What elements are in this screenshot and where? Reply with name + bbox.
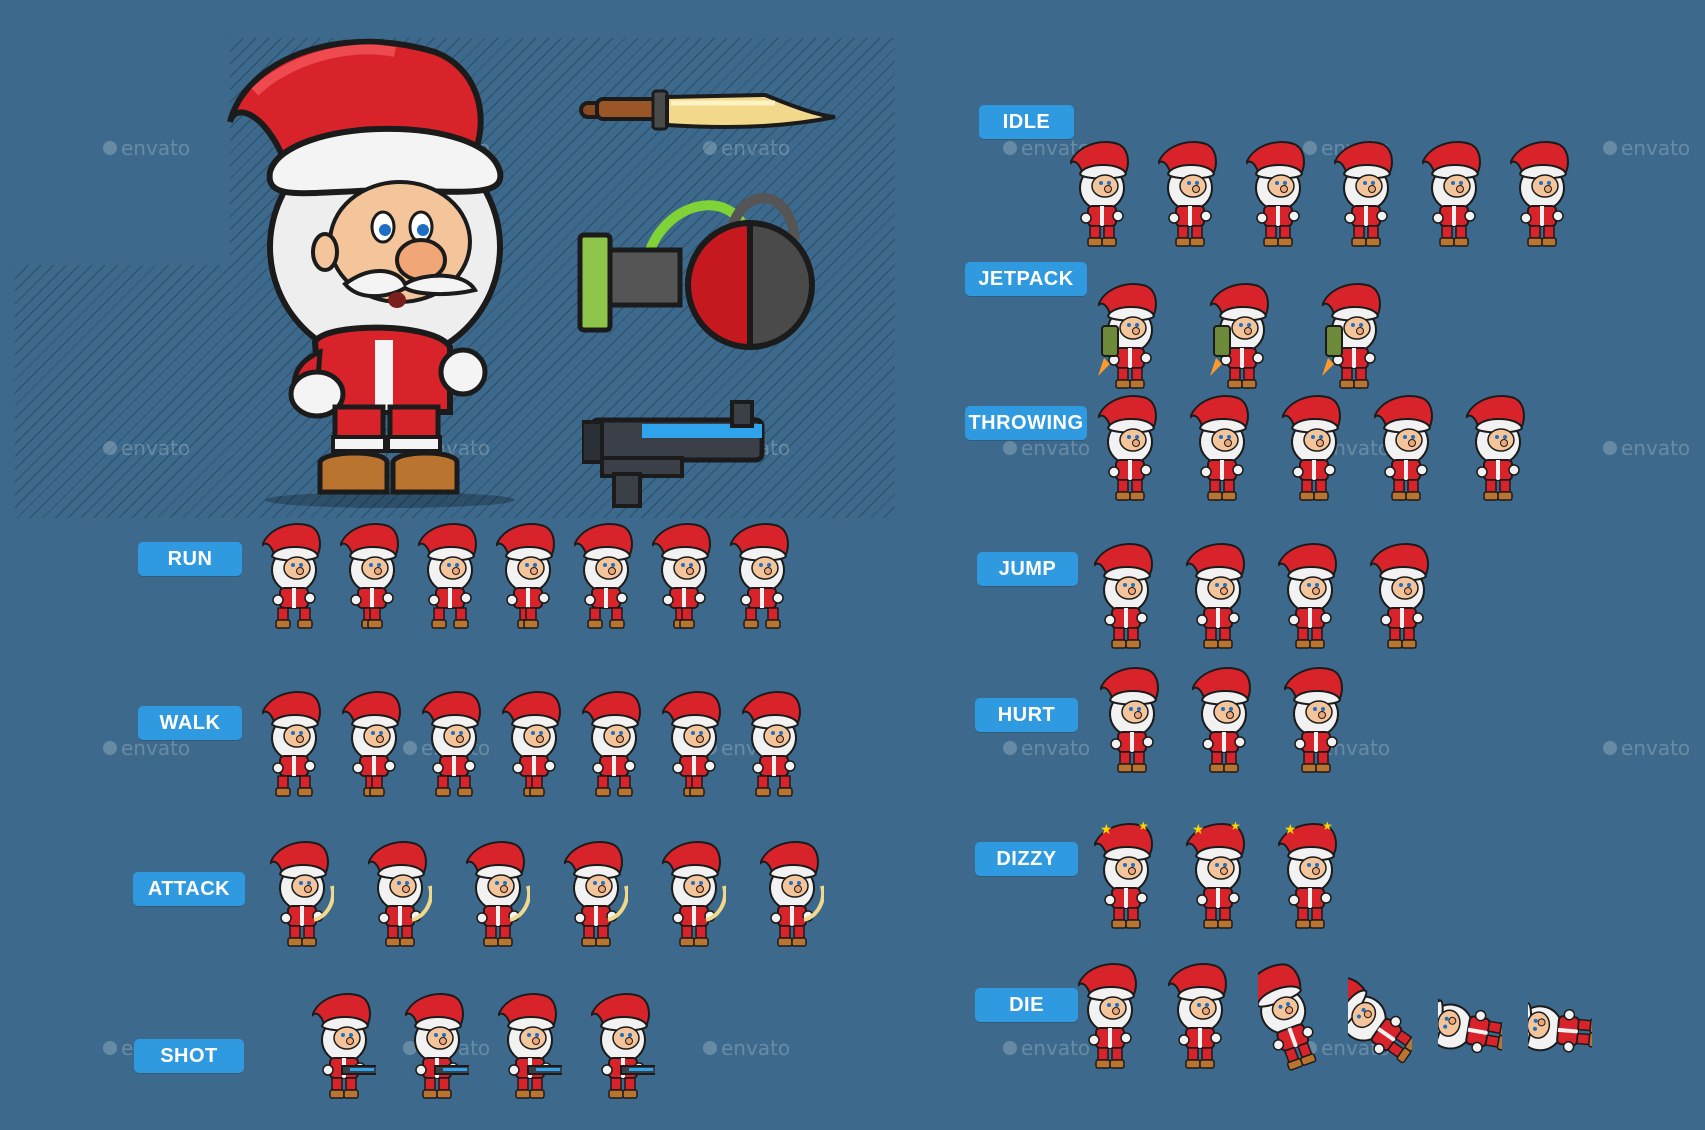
label-shot: SHOT [134, 1039, 244, 1073]
attack-frame [759, 838, 825, 950]
label-dizzy: DIZZY [975, 842, 1078, 876]
throwing-frame [1465, 392, 1530, 504]
walk-frame [661, 688, 726, 800]
blaster-gun-item [582, 400, 765, 508]
walk-frame [341, 688, 406, 800]
jump-frame [1277, 540, 1342, 652]
label-jetpack: JETPACK [965, 262, 1087, 296]
jump-frame [1369, 540, 1434, 652]
attack-frame [269, 838, 335, 950]
dizzy-frame: ★ ★ [1277, 819, 1342, 932]
run-frame [651, 520, 716, 632]
hurt-frame [1283, 664, 1348, 776]
watermark: envato [103, 436, 190, 460]
walk-frame [501, 688, 566, 800]
svg-text:★: ★ [1230, 820, 1241, 833]
throwing-frame [1097, 392, 1162, 504]
run-frame [573, 520, 638, 632]
attack-frame [563, 838, 629, 950]
walk-frame [261, 688, 326, 800]
santa-hero-sprite [227, 38, 515, 508]
jump-frame [1185, 540, 1250, 652]
svg-text:★: ★ [1100, 822, 1113, 838]
watermark: envato [1003, 736, 1090, 760]
watermark: envato [103, 136, 190, 160]
walk-frame [581, 688, 646, 800]
hurt-frame [1191, 664, 1256, 776]
jump-frame [1093, 540, 1158, 652]
idle-frame [1157, 138, 1222, 250]
shot-frame [590, 990, 658, 1102]
watermark: envato [703, 136, 790, 160]
hurt-frame [1099, 664, 1164, 776]
jetpack-frame [1097, 280, 1162, 392]
label-die: DIE [975, 988, 1078, 1022]
idle-frame [1509, 138, 1574, 250]
label-attack: ATTACK [133, 872, 245, 906]
watermark: envato [1603, 136, 1690, 160]
run-frame [261, 520, 326, 632]
label-idle: IDLE [979, 105, 1074, 139]
idle-frame [1333, 138, 1398, 250]
attack-frame [465, 838, 531, 950]
idle-frame [1421, 138, 1486, 250]
shot-frame [311, 990, 379, 1102]
run-frame [417, 520, 482, 632]
die-frame [1493, 960, 1600, 1072]
watermark: envato [703, 1036, 790, 1060]
run-frame [339, 520, 404, 632]
idle-frame [1069, 138, 1134, 250]
label-throwing: THROWING [965, 406, 1087, 440]
dizzy-frame: ★ ★ [1185, 819, 1250, 932]
label-walk: WALK [138, 706, 242, 740]
idle-frame [1245, 138, 1310, 250]
throwing-frame [1281, 392, 1346, 504]
throwing-frame [1373, 392, 1438, 504]
label-jump: JUMP [977, 552, 1078, 586]
throwing-frame [1189, 392, 1254, 504]
attack-frame [367, 838, 433, 950]
svg-text:★: ★ [1192, 822, 1205, 838]
label-run: RUN [138, 542, 242, 576]
svg-text:★: ★ [1322, 820, 1333, 833]
dizzy-frame: ★ ★ [1093, 819, 1158, 932]
die-frame [1319, 960, 1420, 1072]
jetpack-frame [1209, 280, 1274, 392]
die-frame [1403, 960, 1511, 1072]
run-frame [495, 520, 560, 632]
run-frame [729, 520, 794, 632]
svg-text:★: ★ [1138, 820, 1149, 833]
walk-frame [741, 688, 806, 800]
walk-frame [421, 688, 486, 800]
die-frame [1077, 960, 1142, 1072]
shot-frame [497, 990, 565, 1102]
watermark: envato [1603, 436, 1690, 460]
knife-item [579, 89, 836, 131]
die-frame [1167, 960, 1232, 1072]
shot-frame [404, 990, 472, 1102]
label-hurt: HURT [975, 698, 1078, 732]
die-frame [1243, 960, 1322, 1072]
jetpack-frame [1321, 280, 1386, 392]
bomb-cannon-item [577, 193, 815, 350]
hero-backdrop-left [15, 265, 230, 518]
svg-text:★: ★ [1284, 822, 1297, 838]
watermark: envato [1603, 736, 1690, 760]
attack-frame [661, 838, 727, 950]
